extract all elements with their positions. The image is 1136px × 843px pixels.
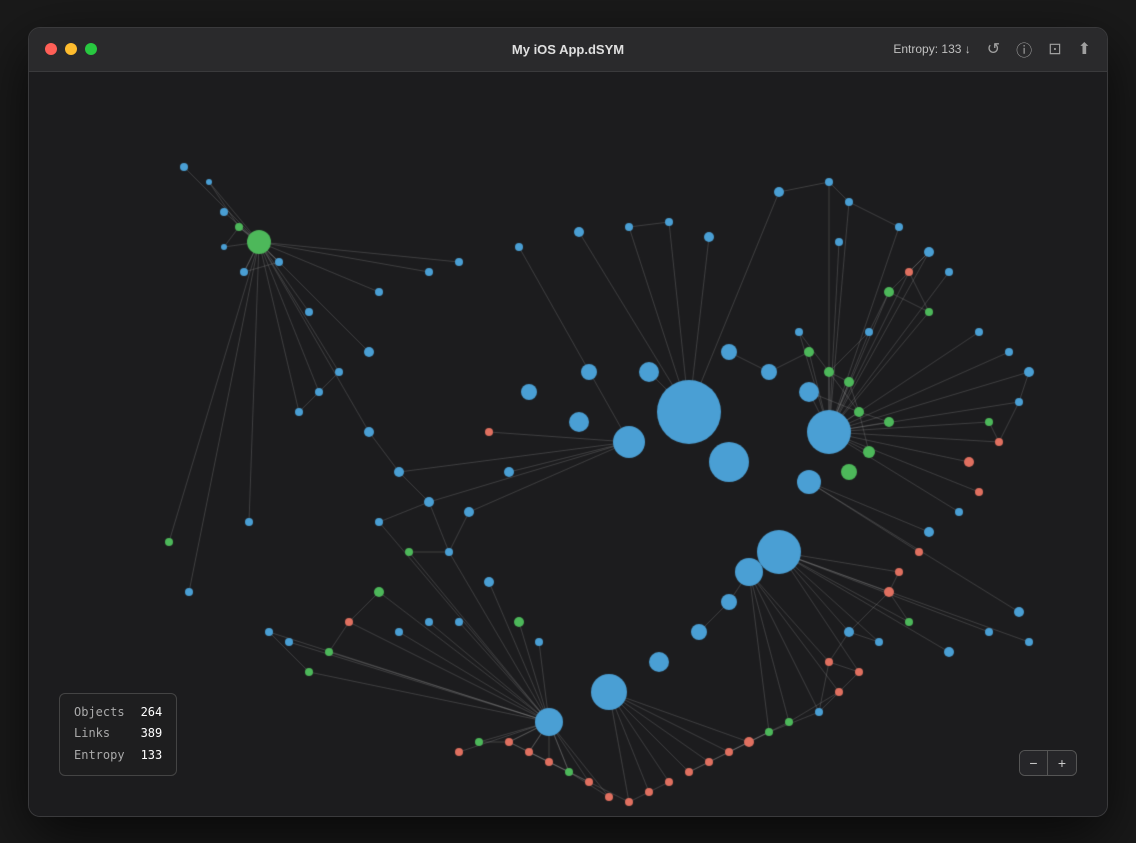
links-value: 389 bbox=[141, 723, 163, 745]
zoom-controls: − + bbox=[1019, 750, 1077, 776]
window-title: My iOS App.dSYM bbox=[512, 42, 624, 57]
maximize-button[interactable] bbox=[85, 43, 97, 55]
toolbar-right: Entropy: 133 ↓ ↺ ⓘ ⊡ ⬆ bbox=[893, 37, 1091, 61]
entropy-value: 133 bbox=[141, 745, 163, 767]
objects-value: 264 bbox=[141, 702, 163, 724]
stats-panel: Objects 264 Links 389 Entropy 133 bbox=[59, 693, 177, 776]
minimize-button[interactable] bbox=[65, 43, 77, 55]
objects-label: Objects bbox=[74, 702, 125, 724]
refresh-icon[interactable]: ↺ bbox=[987, 39, 1000, 59]
close-button[interactable] bbox=[45, 43, 57, 55]
zoom-out-button[interactable]: − bbox=[1020, 751, 1048, 775]
camera-icon[interactable]: ⊡ bbox=[1048, 39, 1061, 59]
graph-canvas-area[interactable]: Objects 264 Links 389 Entropy 133 − + bbox=[29, 72, 1107, 816]
info-icon[interactable]: ⓘ bbox=[1016, 37, 1032, 61]
share-icon[interactable]: ⬆ bbox=[1078, 39, 1091, 59]
links-label: Links bbox=[74, 723, 110, 745]
titlebar: My iOS App.dSYM Entropy: 133 ↓ ↺ ⓘ ⊡ ⬆ bbox=[29, 28, 1107, 72]
zoom-in-button[interactable]: + bbox=[1048, 751, 1076, 775]
entropy-display: Entropy: 133 ↓ bbox=[893, 42, 970, 56]
app-window: My iOS App.dSYM Entropy: 133 ↓ ↺ ⓘ ⊡ ⬆ O… bbox=[28, 27, 1108, 817]
graph-visualization bbox=[29, 72, 1107, 816]
entropy-label: Entropy bbox=[74, 745, 125, 767]
traffic-lights bbox=[45, 43, 97, 55]
